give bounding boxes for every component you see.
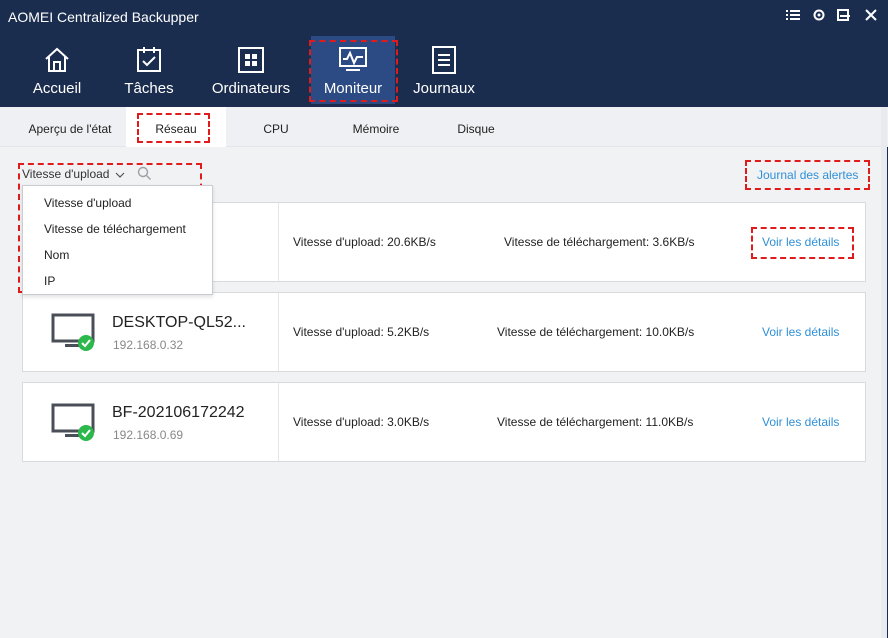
subtab-bar: Aperçu de l'état Réseau CPU Mémoire Disq… [0, 107, 888, 147]
upload-speed: Vitesse d'upload: 3.0KB/s [293, 415, 430, 429]
nav-label: Tâches [124, 80, 174, 97]
nav-journaux[interactable]: Journaux [408, 36, 480, 104]
download-speed: Vitesse de téléchargement: 3.6KB/s [504, 235, 695, 249]
computer-card: DESKTOP-QL52... 192.168.0.32 Vitesse d'u… [22, 292, 866, 372]
computer-name: BF-202106172242 [112, 404, 245, 421]
nav-label: Accueil [32, 80, 82, 97]
computers-icon [236, 45, 266, 80]
sort-option[interactable]: IP [44, 274, 55, 288]
sort-option[interactable]: Nom [44, 248, 69, 262]
computer-card: BF-202106172242 192.168.0.69 Vitesse d'u… [22, 382, 866, 462]
close-icon[interactable] [862, 8, 880, 26]
app-window: AOMEI Centralized Backupper Accueil Tâch… [0, 0, 888, 638]
download-speed: Vitesse de téléchargement: 10.0KB/s [497, 325, 695, 339]
settings-icon[interactable] [810, 8, 828, 26]
upload-speed: Vitesse d'upload: 20.6KB/s [293, 235, 436, 249]
nav-taches[interactable]: Tâches [113, 36, 185, 104]
download-speed: Vitesse de téléchargement: 11.0KB/s [497, 415, 694, 429]
tab-cpu[interactable]: CPU [246, 107, 306, 147]
computer-icon [51, 313, 97, 358]
tab-apercu[interactable]: Aperçu de l'état [14, 107, 126, 147]
nav-label: Journaux [413, 80, 475, 97]
computer-icon [51, 403, 97, 448]
scrollbar[interactable] [881, 107, 887, 638]
tab-memoire[interactable]: Mémoire [336, 107, 416, 147]
computer-name: DESKTOP-QL52... [112, 314, 246, 331]
nav-moniteur[interactable]: Moniteur [311, 36, 395, 104]
tab-reseau[interactable]: Réseau [126, 107, 226, 147]
sort-value: Vitesse d'upload [22, 167, 110, 181]
nav-label: Ordinateurs [211, 80, 291, 97]
search-icon[interactable] [137, 166, 152, 186]
window-title: AOMEI Centralized Backupper [8, 9, 199, 25]
upload-speed: Vitesse d'upload: 5.2KB/s [293, 325, 430, 339]
tab-disque[interactable]: Disque [440, 107, 512, 147]
home-icon [42, 45, 72, 80]
list-icon[interactable] [784, 8, 802, 26]
sort-option[interactable]: Vitesse de téléchargement [44, 222, 186, 236]
nav-accueil[interactable]: Accueil [21, 36, 93, 104]
computer-ip: 192.168.0.32 [113, 338, 184, 352]
card-divider [278, 203, 279, 281]
nav-label: Moniteur [323, 80, 383, 97]
sort-option[interactable]: Vitesse d'upload [44, 196, 131, 210]
sort-select[interactable]: Vitesse d'upload [22, 167, 125, 182]
sort-dropdown: Vitesse d'upload Vitesse de téléchargeme… [22, 185, 213, 295]
view-details-link[interactable]: Voir les détails [762, 415, 839, 429]
task-icon [134, 45, 164, 80]
view-details-link[interactable]: Voir les détails [762, 235, 839, 249]
card-divider [278, 293, 279, 371]
header-bar: AOMEI Centralized Backupper Accueil Tâch… [0, 0, 888, 107]
log-icon [429, 45, 459, 80]
card-divider [278, 383, 279, 461]
nav-ordinateurs[interactable]: Ordinateurs [208, 36, 294, 104]
monitor-icon [337, 45, 369, 80]
chevron-down-icon [115, 168, 125, 182]
computer-ip: 192.168.0.69 [113, 428, 184, 442]
view-details-link[interactable]: Voir les détails [762, 325, 839, 339]
maximize-button[interactable] [834, 8, 852, 26]
alerts-log-link[interactable]: Journal des alertes [757, 168, 858, 182]
